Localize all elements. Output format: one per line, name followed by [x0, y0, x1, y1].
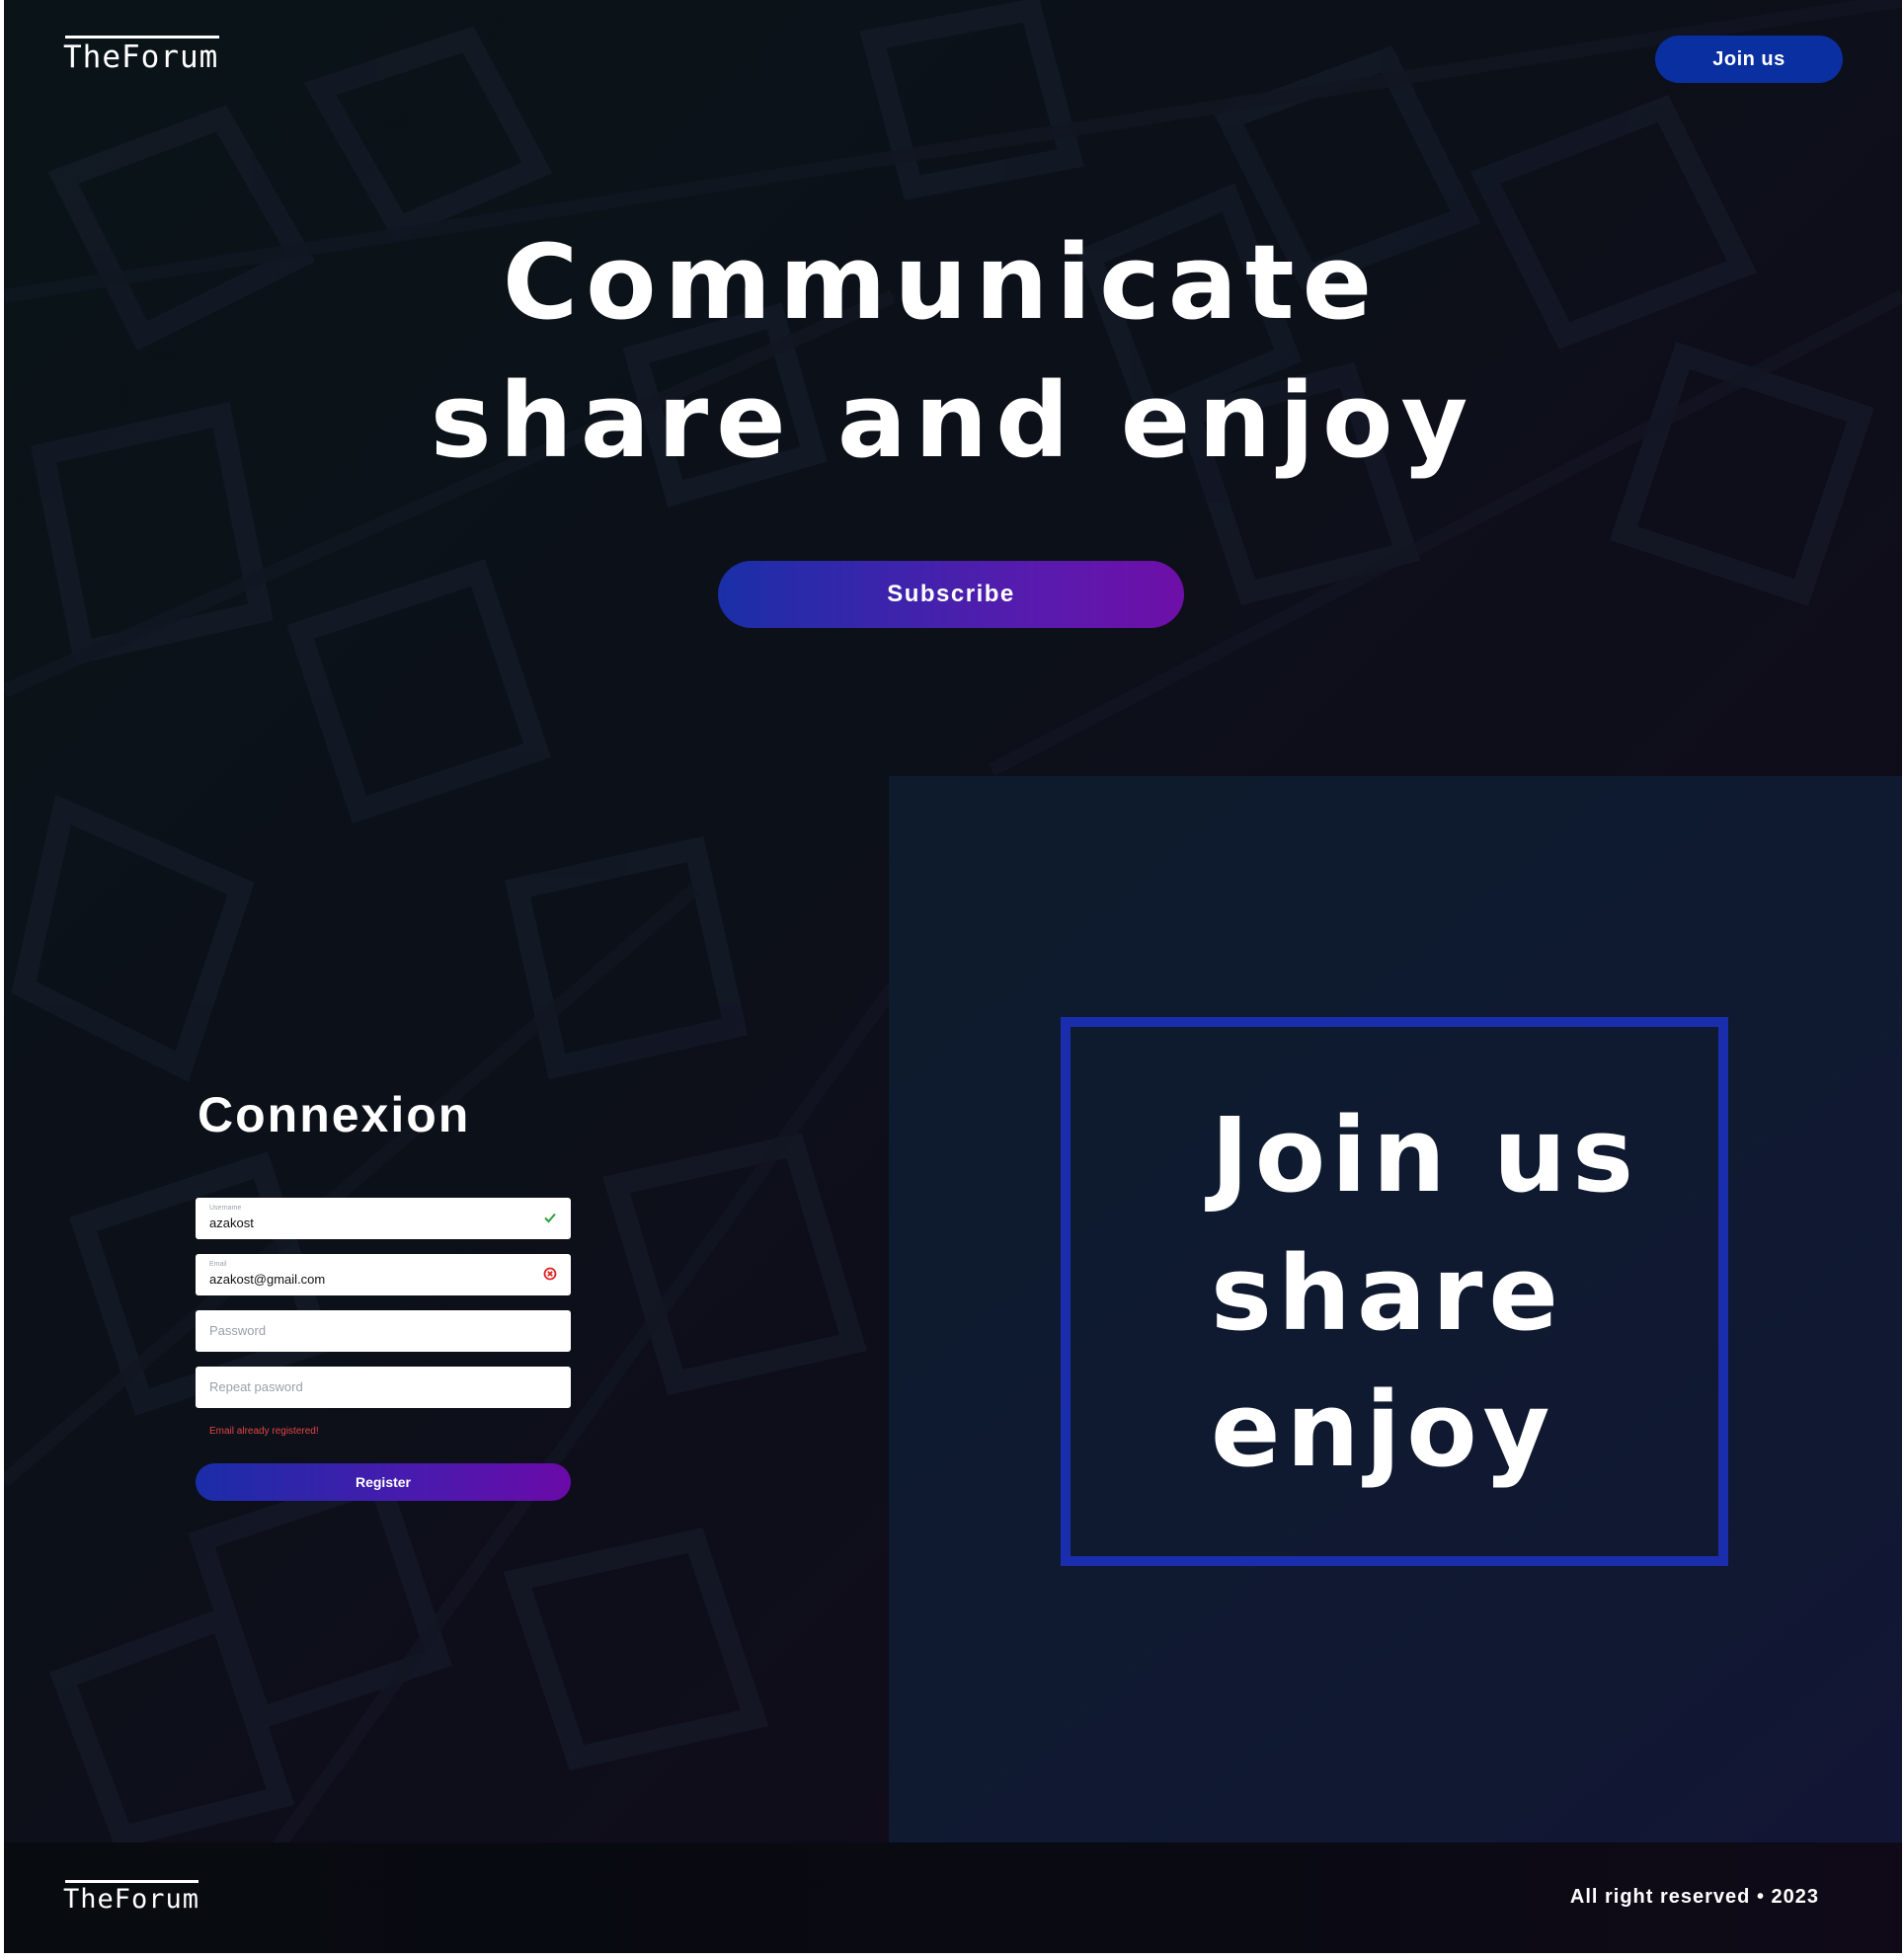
site-logo[interactable]: TheForum — [63, 36, 219, 75]
hero-headline-line-2: share and enjoy — [430, 360, 1476, 481]
footer: TheForum All right reserved • 2023 — [4, 1842, 1902, 1953]
hero-headline-line-1: Communicate — [502, 222, 1381, 343]
join-panel-line-3: enjoy — [1211, 1370, 1556, 1490]
email-label: Email — [209, 1261, 227, 1268]
landing-page: TheForum Join us Communicate share and e… — [4, 0, 1902, 1953]
join-panel: Join us share enjoy — [889, 776, 1902, 1842]
form-title: Connexion — [198, 1087, 471, 1142]
repeat-password-placeholder[interactable]: Repeat pasword — [209, 1379, 303, 1394]
repeat-password-field[interactable]: Repeat pasword — [196, 1367, 571, 1408]
email-field[interactable]: Email azakost@gmail.com — [196, 1254, 571, 1295]
join-panel-line-1: Join us — [1211, 1095, 1639, 1215]
logo-bar — [65, 1880, 198, 1883]
password-placeholder[interactable]: Password — [209, 1323, 266, 1338]
form-error-message: Email already registered! — [209, 1426, 319, 1437]
username-value[interactable]: azakost — [209, 1215, 254, 1230]
subscribe-button[interactable]: Subscribe — [718, 561, 1184, 628]
username-label: Username — [209, 1205, 242, 1212]
register-button[interactable]: Register — [196, 1463, 571, 1501]
email-value[interactable]: azakost@gmail.com — [209, 1272, 325, 1287]
check-icon — [544, 1213, 556, 1223]
logo-text: TheForum — [63, 1884, 200, 1915]
join-box: Join us share enjoy — [1061, 1017, 1728, 1566]
join-panel-line-2: share — [1211, 1233, 1564, 1354]
logo-bar — [65, 36, 219, 39]
copyright-text: All right reserved • 2023 — [1569, 1886, 1819, 1908]
footer-logo[interactable]: TheForum — [63, 1880, 199, 1915]
logo-text: TheForum — [63, 39, 219, 75]
password-field[interactable]: Password — [196, 1310, 571, 1352]
error-icon — [543, 1267, 557, 1281]
join-us-button[interactable]: Join us — [1655, 36, 1843, 83]
username-field[interactable]: Username azakost — [196, 1198, 571, 1239]
